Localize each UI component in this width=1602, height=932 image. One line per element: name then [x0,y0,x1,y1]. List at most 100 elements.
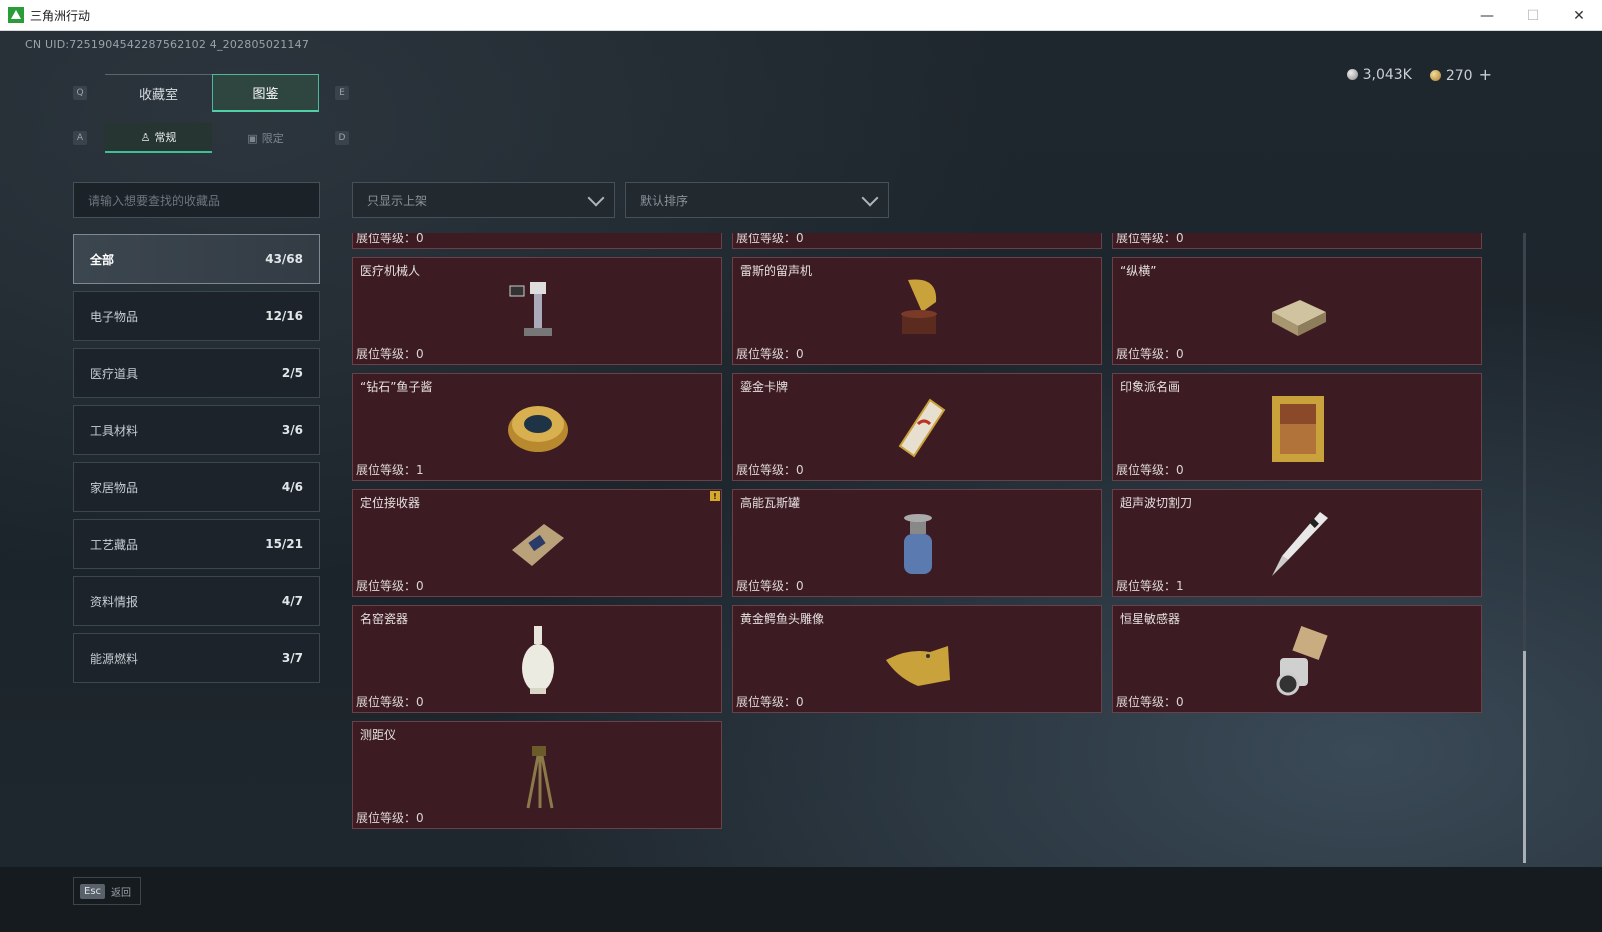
key-hint-d: D [335,131,349,145]
category-tools[interactable]: 工具材料 3/6 [73,405,320,455]
silver-coin-icon [1346,68,1358,80]
item-card[interactable]: 展位等级：0 [732,233,1102,249]
key-hint-a: A [73,131,87,145]
subtab-limited[interactable]: ▣ 限定 [212,123,319,153]
category-energy[interactable]: 能源燃料 3/7 [73,633,320,683]
item-card[interactable]: 印象派名画展位等级：0 [1112,373,1482,481]
window-titlebar: 三角洲行动 — ☐ ✕ [0,0,1602,31]
shelf-filter-dropdown[interactable]: 只显示上架 [352,182,615,218]
item-booth-level: 展位等级：0 [1116,463,1184,477]
item-booth-level: 展位等级：0 [356,811,424,825]
item-booth-level: 展位等级：1 [356,463,424,477]
currency-bar: 3,043K 270 + [1346,65,1492,84]
framed-painting-icon [1272,396,1324,462]
item-booth-level: 展位等级：0 [736,695,804,709]
gas-canister-icon [904,514,932,574]
item-card[interactable]: 黄金鳄鱼头雕像展位等级：0 [732,605,1102,713]
item-card[interactable]: “纵横” 展位等级：0 [1112,257,1482,365]
add-currency-button[interactable]: + [1479,65,1492,84]
item-booth-level: 展位等级：0 [736,463,804,477]
gold-currency: 270 + [1429,65,1492,84]
gilded-card-icon [898,398,946,458]
scrollbar-thumb[interactable] [1523,651,1526,863]
gold-coin-icon [1429,70,1441,81]
item-card[interactable]: 恒星敏感器展位等级：0 [1112,605,1482,713]
item-booth-level: 展位等级：0 [356,695,424,709]
item-name: 恒星敏感器 [1120,612,1181,626]
item-name: 超声波切割刀 [1120,496,1193,510]
rangefinder-tripod-icon [526,746,554,809]
item-card[interactable]: “钻石”鱼子酱 展位等级：1 [352,373,722,481]
category-intel[interactable]: 资料情报 4/7 [73,576,320,626]
item-card[interactable]: 展位等级：0 [1112,233,1482,249]
item-name: 测距仪 [360,728,397,742]
esc-key-hint: Esc [80,883,106,899]
tab-codex[interactable]: 图鉴 [212,74,319,112]
key-hint-q: Q [73,86,87,100]
item-name: 医疗机械人 [360,264,421,278]
item-name: 印象派名画 [1120,380,1181,394]
item-card[interactable]: 展位等级：0 [352,233,722,249]
back-button[interactable]: Esc 返回 [73,877,141,905]
gps-receiver-icon [512,524,564,566]
category-electronics[interactable]: 电子物品 12/16 [73,291,320,341]
item-card[interactable]: 医疗机械人展位等级：0 [352,257,722,365]
chess-box-icon [1272,300,1326,336]
chevron-down-icon [587,189,605,207]
app-logo-icon [8,7,24,23]
gramophone-icon [901,279,937,334]
chevron-down-icon [861,189,879,207]
item-card[interactable]: 名窑瓷器展位等级：0 [352,605,722,713]
game-area: CN UID:7251904542287562102 4_20280502114… [0,31,1602,932]
item-booth-level: 展位等级：0 [356,347,424,361]
sub-tabs: ♙ 常规 ▣ 限定 [105,123,319,153]
item-grid: 展位等级：0 展位等级：0 展位等级：0 医疗机械人 展位等级：0 雷斯的留声机 展位… [352,233,1492,863]
porcelain-vase-icon [522,626,554,694]
main-tabs: 收藏室 图鉴 [105,74,319,112]
item-booth-level: 展位等级：0 [1116,347,1184,361]
window-title: 三角洲行动 [30,8,91,23]
item-card[interactable]: 鎏金卡牌展位等级：0 [732,373,1102,481]
item-name: 雷斯的留声机 [740,264,813,278]
category-all[interactable]: 全部 43/68 [73,234,320,284]
minimize-button[interactable]: — [1464,0,1510,31]
ultrasonic-knife-icon [1272,512,1328,576]
bottom-bar: Esc 返回 [0,867,1602,932]
item-name: 黄金鳄鱼头雕像 [740,612,825,626]
caviar-tin-icon [508,406,568,452]
item-card[interactable]: 雷斯的留声机展位等级：0 [732,257,1102,365]
item-name: 鎏金卡牌 [740,380,789,394]
item-name: 名窑瓷器 [360,612,409,626]
key-hint-e: E [335,86,349,100]
tab-collection-room[interactable]: 收藏室 [105,74,212,112]
silver-currency: 3,043K [1346,67,1412,83]
category-household[interactable]: 家居物品 4/6 [73,462,320,512]
item-card[interactable]: 定位接收器展位等级：0! [352,489,722,597]
item-card[interactable]: 超声波切割刀展位等级：1 [1112,489,1482,597]
star-sensor-icon [1276,625,1328,696]
item-booth-level: 展位等级：0 [1116,695,1184,709]
category-list: 全部 43/68 电子物品 12/16 医疗道具 2/5 工具材料 3/6 家居物品 4/… [73,234,320,690]
search-input[interactable]: 请输入想要查找的收藏品 [73,182,320,218]
image-icon: ▣ [247,131,258,145]
item-card[interactable]: 高能瓦斯罐展位等级：0 [732,489,1102,597]
subtab-regular[interactable]: ♙ 常规 [105,123,212,153]
maximize-button[interactable]: ☐ [1510,0,1556,31]
uid-label: CN UID:7251904542287562102 4_20280502114… [25,38,310,51]
category-crafts[interactable]: 工艺藏品 15/21 [73,519,320,569]
item-card[interactable]: 测距仪展位等级：0 [352,721,722,829]
item-booth-level: 展位等级：0 [356,579,424,593]
item-name: 定位接收器 [360,496,421,510]
item-booth-level: 展位等级：0 [736,347,804,361]
sort-dropdown[interactable]: 默认排序 [625,182,889,218]
medical-robot-icon [509,282,552,336]
close-button[interactable]: ✕ [1556,0,1602,31]
warning-icon: ! [710,491,720,501]
item-booth-level: 展位等级：1 [1116,579,1184,593]
item-name: “纵横” [1120,264,1157,278]
item-booth-level: 展位等级：0 [736,579,804,593]
category-medical[interactable]: 医疗道具 2/5 [73,348,320,398]
gold-crocodile-statue-icon [886,646,950,686]
item-name: 高能瓦斯罐 [740,496,801,510]
bottle-icon: ♙ [140,130,151,144]
